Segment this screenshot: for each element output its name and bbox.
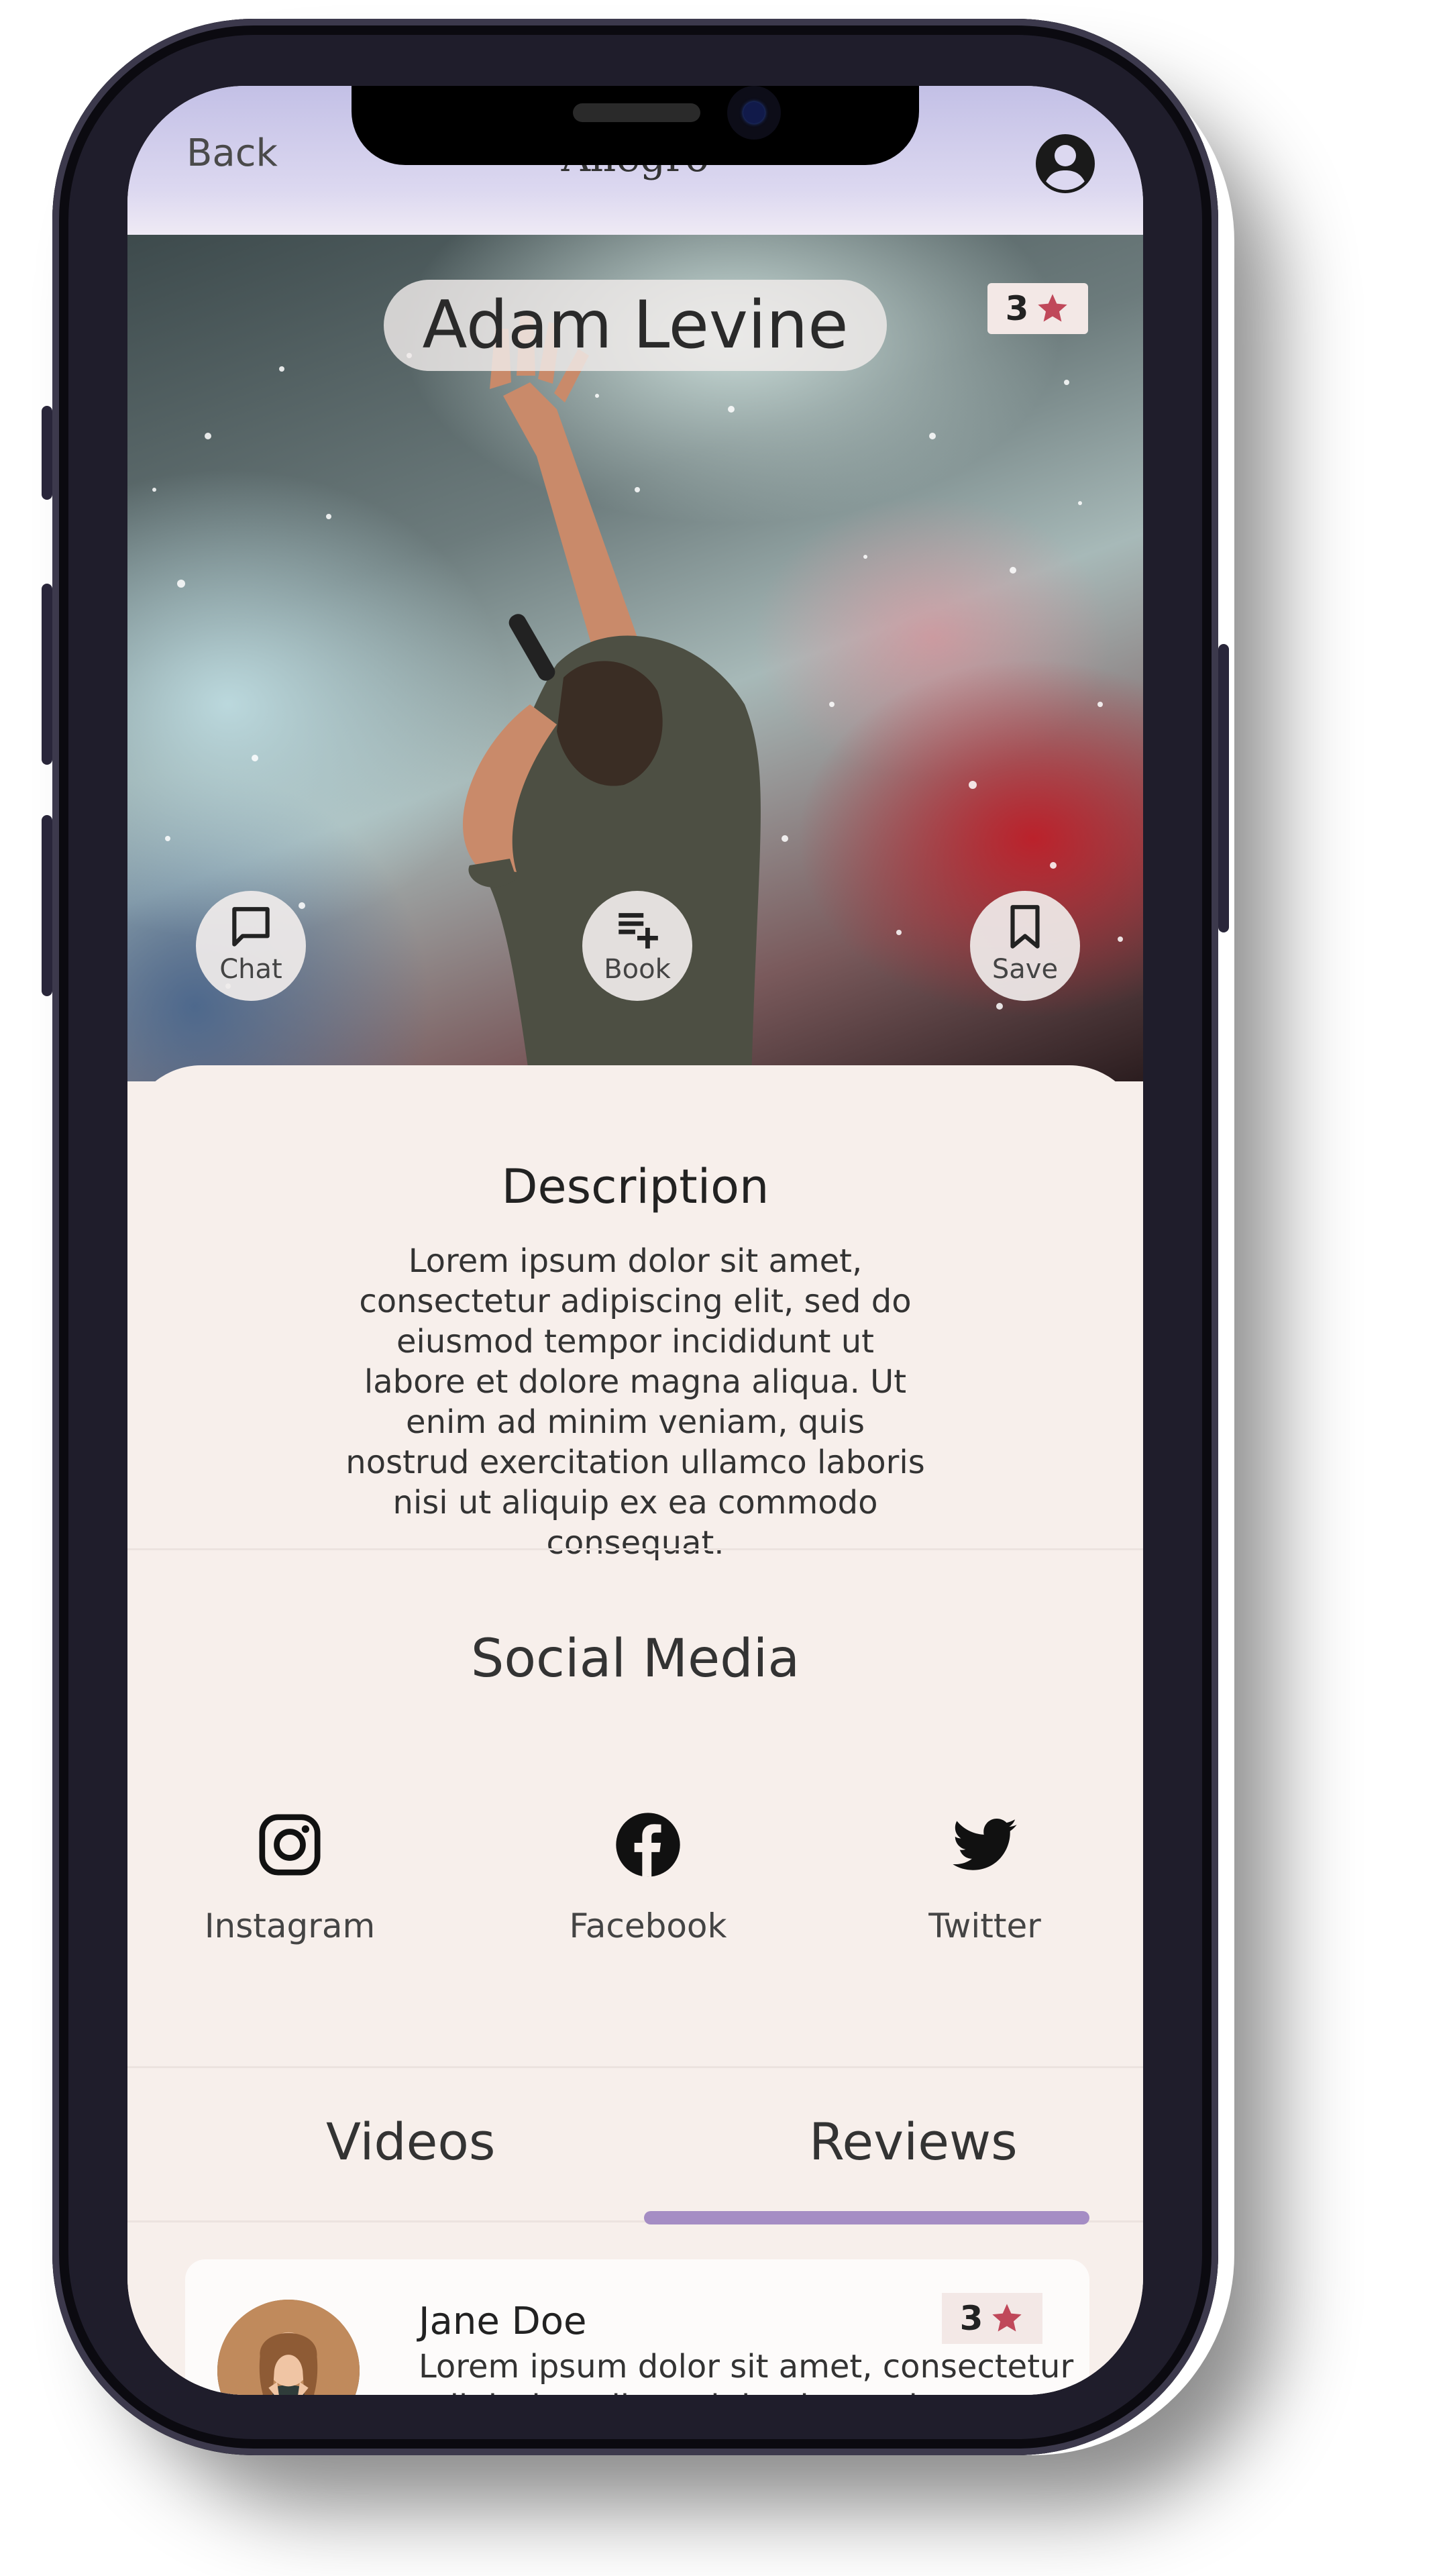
facebook-link[interactable]: Facebook (547, 1810, 749, 1945)
tab-videos[interactable]: Videos (326, 2112, 496, 2171)
artist-hero-image: Adam Levine 3 Chat Book Save (127, 235, 1143, 1081)
twitter-icon (953, 1819, 1017, 1870)
notch (352, 86, 919, 165)
twitter-link[interactable]: Twitter (884, 1810, 1085, 1945)
facebook-icon (616, 1813, 680, 1877)
chat-button[interactable]: Chat (196, 891, 306, 1001)
mute-switch (42, 406, 52, 500)
volume-up-button (42, 584, 52, 765)
book-button[interactable]: Book (582, 891, 692, 1001)
power-button (1218, 644, 1229, 932)
reviewer-name: Jane Doe (419, 2300, 587, 2343)
details-panel: Description Lorem ipsum dolor sit amet, … (127, 1065, 1143, 2395)
front-camera (727, 86, 781, 140)
review-card[interactable]: Jane Doe 3 Lorem ipsum dolor sit amet, c… (185, 2259, 1089, 2395)
description-heading: Description (501, 1159, 769, 1214)
book-label: Book (604, 954, 671, 985)
chat-label: Chat (219, 954, 282, 985)
review-text: Lorem ipsum dolor sit amet, consectetur … (419, 2348, 1074, 2395)
description-text: Lorem ipsum dolor sit amet, consectetur … (345, 1242, 925, 1562)
instagram-link[interactable]: Instagram (189, 1810, 390, 1945)
reviewer-avatar (217, 2300, 360, 2395)
active-tab-indicator (644, 2211, 1089, 2224)
review-rating-value: 3 (959, 2299, 983, 2338)
star-icon (992, 2304, 1022, 2332)
playlist-add-icon (619, 913, 658, 949)
chat-icon (232, 907, 270, 947)
divider (127, 2066, 1143, 2068)
facebook-label: Facebook (569, 1907, 727, 1945)
bookmark-icon (1010, 905, 1040, 949)
save-label: Save (991, 954, 1059, 985)
twitter-label: Twitter (928, 1907, 1041, 1945)
account-icon[interactable] (1033, 131, 1097, 196)
rating-value: 3 (1005, 289, 1029, 328)
volume-down-button (42, 815, 52, 996)
save-button[interactable]: Save (970, 891, 1080, 1001)
review-rating-badge: 3 (942, 2293, 1042, 2344)
instagram-label: Instagram (204, 1907, 376, 1945)
divider (127, 1548, 1143, 1550)
social-media-heading: Social Media (470, 1629, 800, 1689)
star-icon (1038, 294, 1068, 322)
tab-reviews[interactable]: Reviews (809, 2112, 1018, 2171)
app-screen: Back Allegro (127, 86, 1143, 2395)
instagram-icon (259, 1814, 321, 1876)
artist-name: Adam Levine (384, 280, 887, 371)
artist-rating-badge: 3 (987, 283, 1088, 334)
